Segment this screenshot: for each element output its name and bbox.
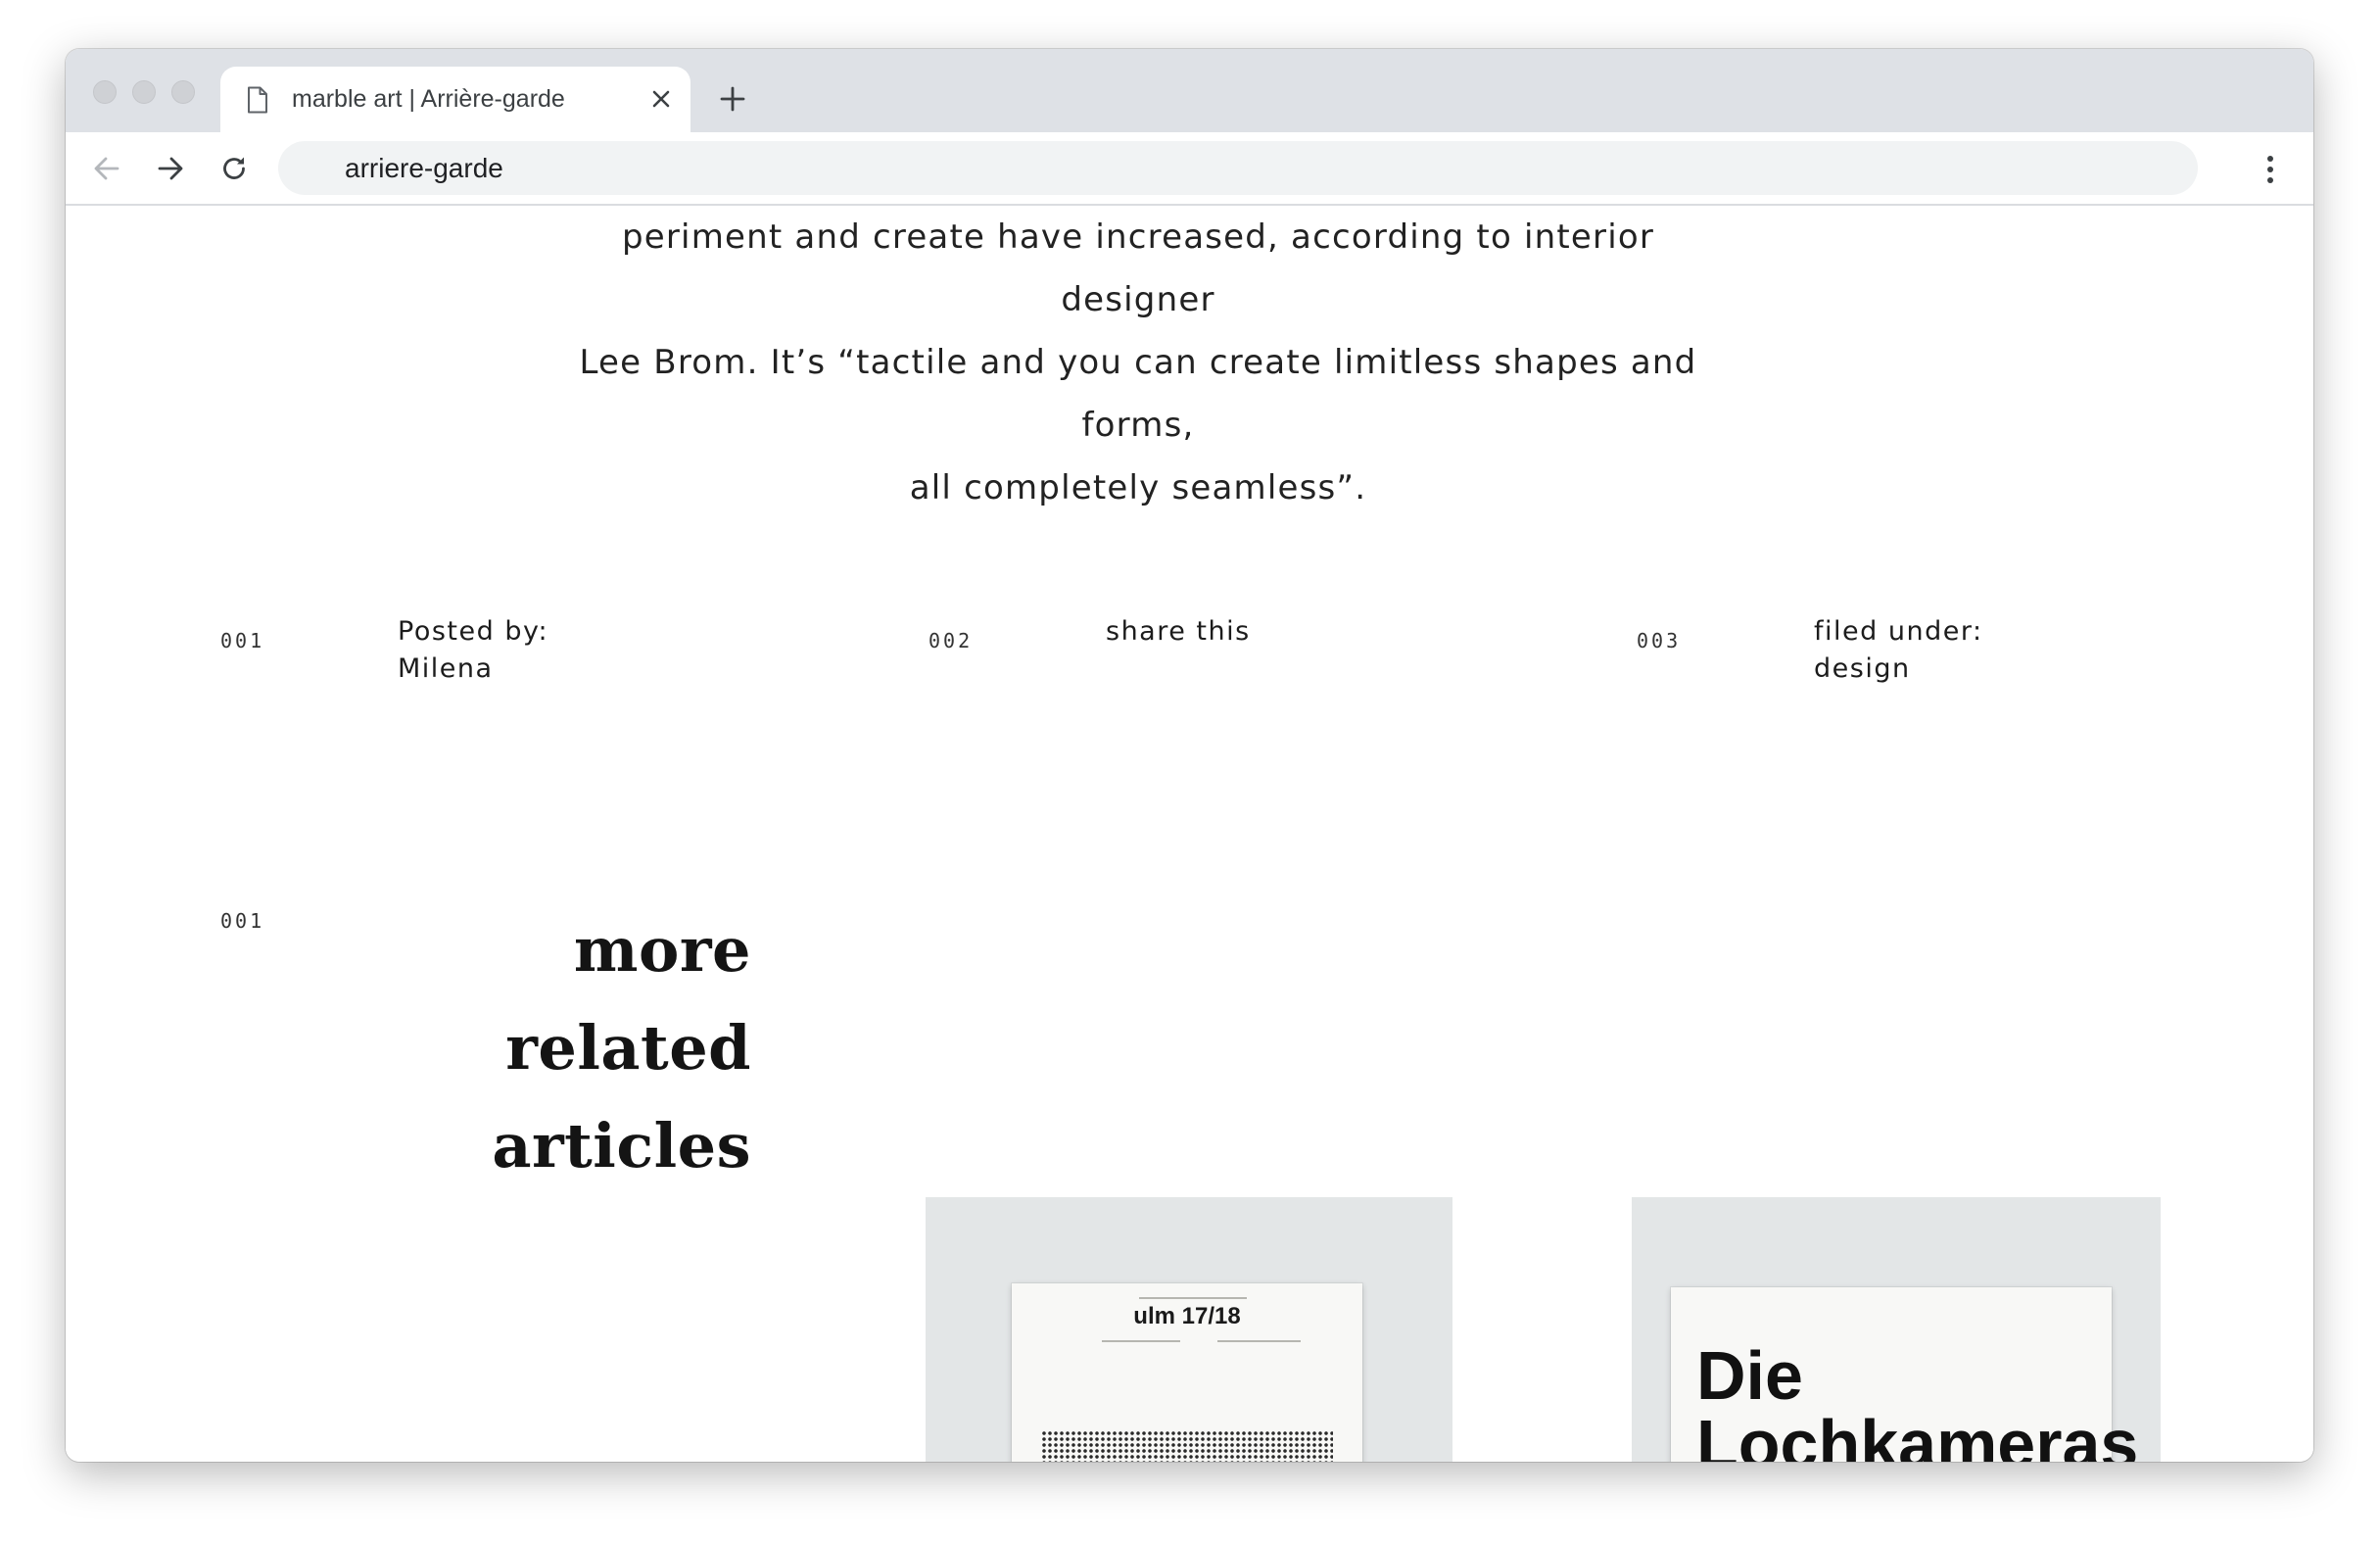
reload-icon[interactable] xyxy=(219,154,249,188)
page-viewport: periment and create have increased, acco… xyxy=(66,206,2313,1462)
magazine-cover-image: ulm 17/18 xyxy=(1012,1283,1362,1462)
article-line: Lee Brom. It’s “tactile and you can crea… xyxy=(579,343,1697,445)
back-arrow-icon[interactable] xyxy=(92,154,121,188)
author-link[interactable]: Milena xyxy=(398,653,494,684)
share-this[interactable]: share this xyxy=(1106,613,1251,651)
forward-arrow-icon[interactable] xyxy=(156,154,185,188)
meta-number: 001 xyxy=(220,629,265,652)
address-bar[interactable]: arriere-garde xyxy=(278,141,2198,195)
tab-active[interactable]: marble art | Arrière-garde xyxy=(220,67,690,132)
heading-line: related xyxy=(505,1012,751,1084)
browser-toolbar: arriere-garde xyxy=(66,132,2313,206)
heading-line: more xyxy=(573,914,751,986)
related-article-card[interactable]: ulm 17/18 xyxy=(926,1197,1452,1462)
posted-by: Posted by: Milena xyxy=(398,613,548,688)
plus-icon[interactable] xyxy=(719,85,746,118)
browser-window: marble art | Arrière-garde arriere-garde… xyxy=(66,49,2313,1462)
filed-under: filed under: design xyxy=(1814,613,1983,688)
more-vert-icon[interactable] xyxy=(2264,154,2276,190)
article-line: all completely seamless”. xyxy=(909,468,1367,507)
magazine-cover-image: Die Lochkameras xyxy=(1671,1287,2138,1462)
category-link[interactable]: design xyxy=(1814,653,1911,684)
window-zoom-control[interactable] xyxy=(171,80,195,104)
related-article-card[interactable]: Die Lochkameras xyxy=(1632,1197,2161,1462)
section-number: 001 xyxy=(220,909,265,933)
cover-title: Die Lochkameras xyxy=(1696,1341,2138,1462)
meta-label: filed under: xyxy=(1814,616,1983,647)
meta-number: 002 xyxy=(928,629,974,652)
cover-dot-grid xyxy=(1041,1430,1333,1462)
tab-title: marble art | Arrière-garde xyxy=(292,85,565,113)
heading-line: articles xyxy=(492,1110,751,1182)
window-minimize-control[interactable] xyxy=(132,80,156,104)
page-icon xyxy=(246,86,269,119)
related-articles-heading: more related articles xyxy=(301,901,751,1195)
article-line: periment and create have increased, acco… xyxy=(621,217,1655,319)
meta-label: Posted by: xyxy=(398,616,549,647)
tab-strip: marble art | Arrière-garde xyxy=(66,49,2313,132)
article-body: periment and create have increased, acco… xyxy=(550,206,1726,519)
url-text: arriere-garde xyxy=(345,153,503,183)
window-close-control[interactable] xyxy=(93,80,117,104)
cover-line: Lochkameras xyxy=(1696,1406,2139,1462)
meta-number: 003 xyxy=(1637,629,1682,652)
share-link[interactable]: share this xyxy=(1106,616,1251,647)
cover-fine-print xyxy=(1139,1297,1247,1299)
cover-fine-print xyxy=(1217,1340,1301,1342)
close-icon[interactable] xyxy=(648,86,674,117)
cover-fine-print xyxy=(1102,1340,1180,1342)
cover-title: ulm 17/18 xyxy=(1133,1303,1241,1329)
cover-line: Die xyxy=(1696,1337,1803,1414)
